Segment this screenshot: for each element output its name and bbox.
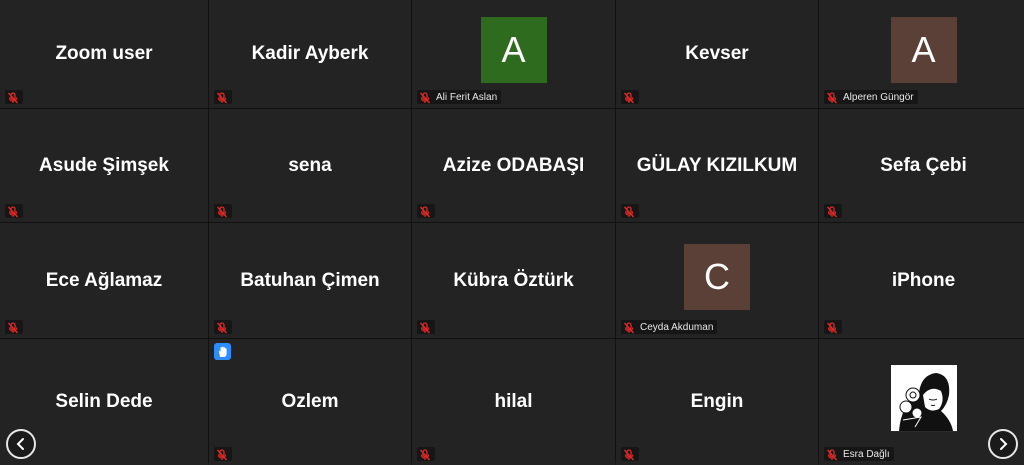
microphone-muted-icon xyxy=(826,321,838,334)
participant-tile[interactable]: Asude Şimşek xyxy=(0,109,208,222)
participant-display-name: iPhone xyxy=(891,269,956,291)
participant-display-name: Kadir Ayberk xyxy=(251,43,369,64)
microphone-muted-icon xyxy=(623,321,635,334)
microphone-muted-icon xyxy=(419,448,431,461)
microphone-muted-icon xyxy=(216,205,228,218)
participant-display-name: Azize ODABAŞI xyxy=(442,154,585,176)
participant-tile[interactable]: Zoom user xyxy=(0,0,208,108)
participant-display-name: Batuhan Çimen xyxy=(240,269,380,291)
participant-tile[interactable]: Engin xyxy=(616,339,818,465)
microphone-muted-icon xyxy=(623,205,635,218)
participant-display-name: hilal xyxy=(494,391,533,412)
participant-tile[interactable]: hilal xyxy=(412,339,615,465)
participant-footer xyxy=(214,204,232,218)
participant-tile[interactable]: Ece Ağlamaz xyxy=(0,223,208,338)
chevron-right-icon xyxy=(1000,438,1008,450)
profile-photo xyxy=(890,365,957,432)
participant-footer: Esra Dağlı xyxy=(824,447,894,461)
participant-footer xyxy=(621,90,639,104)
participant-footer xyxy=(5,90,23,104)
participant-footer xyxy=(824,204,842,218)
participant-display-name: sena xyxy=(288,154,332,176)
participant-tile[interactable]: Kadir Ayberk xyxy=(209,0,411,108)
participant-tile[interactable]: GÜLAY KIZILKUM xyxy=(616,109,818,222)
participant-name-label: Ali Ferit Aslan xyxy=(436,91,498,103)
participant-footer xyxy=(417,204,435,218)
participant-name-label: Ceyda Akduman xyxy=(640,321,714,333)
participant-display-name: Asude Şimşek xyxy=(39,154,169,176)
gallery-view-grid: Zoom user Kadir Ayberk A Ali Ferit Aslan Kev… xyxy=(0,0,1024,465)
participant-tile[interactable]: Ozlem xyxy=(209,339,411,465)
participant-footer xyxy=(214,320,232,334)
participant-avatar: A xyxy=(480,17,547,84)
participant-footer xyxy=(5,320,23,334)
microphone-muted-icon xyxy=(419,321,431,334)
participant-tile[interactable]: Kübra Öztürk xyxy=(412,223,615,338)
participant-tile[interactable]: A Alperen Güngör xyxy=(819,0,1024,108)
participant-name-label: Alperen Güngör xyxy=(843,91,914,103)
participant-display-name: Ozlem xyxy=(281,391,339,412)
participant-display-name: Ece Ağlamaz xyxy=(45,269,163,291)
microphone-muted-icon xyxy=(216,321,228,334)
participant-display-name: Engin xyxy=(690,391,744,412)
next-page-button[interactable] xyxy=(988,429,1018,459)
participant-tile[interactable]: iPhone xyxy=(819,223,1024,338)
microphone-muted-icon xyxy=(826,205,838,218)
microphone-muted-icon xyxy=(7,205,19,218)
microphone-muted-icon xyxy=(216,448,228,461)
microphone-muted-icon xyxy=(7,91,19,104)
participant-footer xyxy=(417,320,435,334)
participant-footer xyxy=(417,447,435,461)
microphone-muted-icon xyxy=(419,205,431,218)
previous-page-button[interactable] xyxy=(6,429,36,459)
participant-footer: Ceyda Akduman xyxy=(621,320,718,334)
participant-footer xyxy=(621,447,639,461)
participant-footer xyxy=(621,204,639,218)
microphone-muted-icon xyxy=(7,321,19,334)
participant-name-label: Esra Dağlı xyxy=(843,448,890,460)
participant-display-name: Selin Dede xyxy=(55,391,153,412)
participant-avatar: C xyxy=(684,243,750,310)
participant-tile[interactable]: Sefa Çebi xyxy=(819,109,1024,222)
participant-display-name: Kevser xyxy=(685,43,749,64)
participant-tile[interactable]: sena xyxy=(209,109,411,222)
microphone-muted-icon xyxy=(826,448,838,461)
participant-footer: Alperen Güngör xyxy=(824,90,918,104)
participant-tile[interactable]: A Ali Ferit Aslan xyxy=(412,0,615,108)
participant-avatar: A xyxy=(890,17,957,84)
microphone-muted-icon xyxy=(419,91,431,104)
participant-tile[interactable]: Kevser xyxy=(616,0,818,108)
participant-tile[interactable]: C Ceyda Akduman xyxy=(616,223,818,338)
participant-display-name: Kübra Öztürk xyxy=(453,269,574,291)
participant-tile[interactable]: Azize ODABAŞI xyxy=(412,109,615,222)
participant-display-name: GÜLAY KIZILKUM xyxy=(636,154,798,176)
microphone-muted-icon xyxy=(826,91,838,104)
participant-tile[interactable]: Batuhan Çimen xyxy=(209,223,411,338)
participant-footer: Ali Ferit Aslan xyxy=(417,90,502,104)
participant-footer xyxy=(5,204,23,218)
microphone-muted-icon xyxy=(216,91,228,104)
participant-footer xyxy=(214,447,232,461)
microphone-muted-icon xyxy=(623,91,635,104)
participant-footer xyxy=(214,90,232,104)
raised-hand-icon xyxy=(214,343,231,360)
microphone-muted-icon xyxy=(623,448,635,461)
participant-footer xyxy=(824,320,842,334)
participant-display-name: Zoom user xyxy=(55,43,153,64)
participant-display-name: Sefa Çebi xyxy=(880,154,967,176)
chevron-left-icon xyxy=(16,438,24,450)
